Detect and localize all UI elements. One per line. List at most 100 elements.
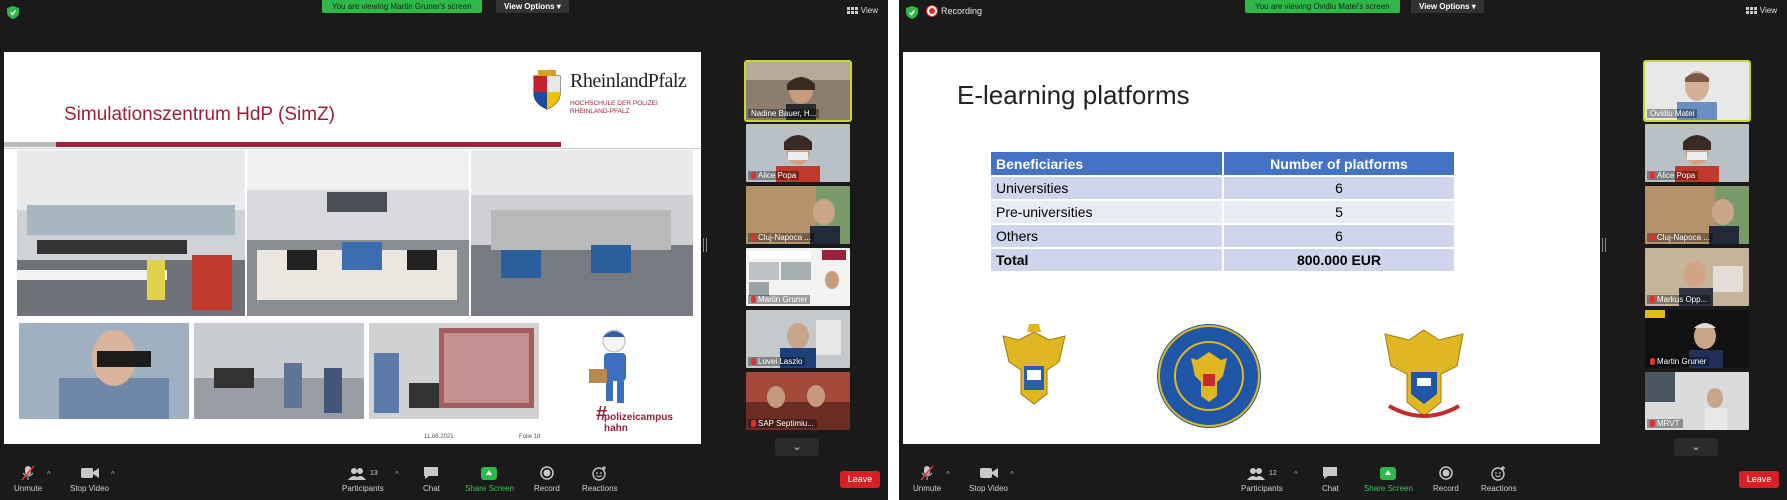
record-button[interactable]: Record — [534, 464, 560, 493]
top-bar: You are viewing Martin Gruner's screen V… — [0, 0, 888, 26]
resize-handle[interactable] — [1602, 238, 1606, 252]
participants-label: Participants — [1241, 484, 1283, 493]
chevron-down-icon: ⌄ — [1691, 441, 1701, 453]
video-tile[interactable]: Lovei Laszlo — [746, 310, 850, 368]
table-cell: 6 — [1223, 224, 1456, 249]
hash-mark-icon: # — [596, 403, 608, 425]
share-screen-button[interactable]: Share Screen — [465, 464, 514, 493]
screenshot-root: You are viewing Martin Gruner's screen V… — [0, 0, 1787, 500]
video-tile[interactable]: Martin Gruner — [746, 248, 850, 306]
participants-label: Participants — [342, 484, 384, 493]
anp-round-emblem-icon — [1157, 324, 1261, 428]
table-header-row: Beneficiaries Number of platforms — [991, 152, 1456, 177]
record-label: Record — [1433, 484, 1459, 493]
stop-video-button[interactable]: Stop Video — [969, 464, 1008, 493]
participant-name-text: Cluj-Napoca ... — [1657, 233, 1710, 242]
participant-name: Martin Gruner — [748, 295, 811, 304]
share-screen-label: Share Screen — [1364, 484, 1413, 493]
unmute-label: Unmute — [913, 484, 942, 493]
video-tile[interactable]: Nadine Bauer, H... — [744, 60, 852, 122]
video-options-caret-icon[interactable]: ^ — [1010, 470, 1014, 479]
reactions-label: Reactions — [582, 484, 618, 493]
participants-caret-icon[interactable]: ^ — [395, 470, 399, 479]
video-tile[interactable]: Cluj-Napoca ... — [746, 186, 850, 244]
chat-button[interactable]: Chat — [423, 464, 440, 493]
table-row: Pre-universities 5 — [991, 200, 1456, 225]
photo-training-room — [194, 323, 364, 419]
slide-number: Folie 18 — [519, 434, 541, 440]
participant-name-text: Alice Popa — [758, 171, 797, 180]
leave-button[interactable]: Leave — [840, 471, 880, 488]
shared-slide: Simulationszentrum HdP (SimZ) RheinlandP… — [4, 52, 701, 444]
mic-muted-icon — [920, 464, 934, 482]
title-rule-grey — [4, 142, 56, 147]
reactions-button[interactable]: Reactions — [1481, 464, 1517, 493]
participants-button[interactable]: 12 Participants — [1241, 464, 1283, 493]
view-options-label: View Options — [504, 2, 555, 11]
resize-handle[interactable] — [703, 238, 707, 252]
participant-name-text: Lovei Laszlo — [758, 357, 803, 366]
table-cell: Pre-universities — [991, 200, 1224, 225]
participants-button[interactable]: 13 Participants — [342, 464, 384, 493]
leave-button[interactable]: Leave — [1739, 471, 1779, 488]
audio-options-caret-icon[interactable]: ^ — [47, 470, 51, 479]
audio-options-caret-icon[interactable]: ^ — [946, 470, 950, 479]
eagle-emblem-icon — [1002, 324, 1066, 405]
view-label: View — [1759, 6, 1777, 15]
mic-muted-icon — [751, 296, 756, 304]
recording-indicator[interactable]: Recording — [927, 6, 982, 16]
stop-video-label: Stop Video — [969, 484, 1008, 493]
security-shield-icon[interactable] — [7, 6, 19, 19]
table-total-row: Total 800.000 EUR — [991, 248, 1456, 273]
video-tile[interactable]: Cluj-Napoca ... — [1645, 186, 1749, 244]
participant-name: Alice Popa — [1647, 171, 1699, 180]
chat-icon — [423, 464, 439, 482]
platforms-table: Beneficiaries Number of platforms Univer… — [991, 152, 1456, 273]
slide-title: Simulationszentrum HdP (SimZ) — [64, 104, 336, 125]
unmute-button[interactable]: Unmute — [14, 464, 42, 493]
video-tile[interactable]: Alice Popa — [1645, 124, 1749, 182]
video-tile[interactable]: Alice Popa — [746, 124, 850, 182]
stop-video-button[interactable]: Stop Video — [70, 464, 109, 493]
unmute-button[interactable]: Unmute — [913, 464, 941, 493]
participant-name-text: Martin Gruner — [758, 295, 808, 304]
mascot-illustration — [589, 329, 626, 403]
view-button[interactable]: View — [846, 6, 878, 15]
slide-title: E-learning platforms — [957, 80, 1190, 110]
participants-icon: 13 — [348, 464, 378, 482]
reactions-icon — [1491, 464, 1507, 482]
zoom-window-left: You are viewing Martin Gruner's screen V… — [0, 0, 888, 500]
mic-muted-icon — [751, 358, 756, 366]
chat-button[interactable]: Chat — [1322, 464, 1339, 493]
meeting-toolbar: Unmute ^ Stop Video ^ 13 Participants ^ … — [0, 460, 888, 500]
mic-muted-icon — [1650, 172, 1655, 180]
participant-name: Ovidiu Matei — [1647, 109, 1698, 118]
video-tile[interactable]: Martin Gruner — [1645, 310, 1749, 368]
video-tile[interactable]: Markus Opp... — [1645, 248, 1749, 306]
video-tile[interactable]: MRVT — [1645, 372, 1749, 430]
view-button[interactable]: View — [1745, 6, 1777, 15]
video-options-caret-icon[interactable]: ^ — [111, 470, 115, 479]
grid-icon — [846, 7, 858, 14]
video-tile[interactable]: SAP Septimiu... — [746, 372, 850, 430]
record-button[interactable]: Record — [1433, 464, 1459, 493]
participant-name: Cluj-Napoca ... — [1647, 233, 1713, 242]
share-screen-button[interactable]: Share Screen — [1364, 464, 1413, 493]
logo-subtitle-line-1: HOCHSCHULE DER POLIZEI — [570, 100, 658, 107]
participants-caret-icon[interactable]: ^ — [1294, 470, 1298, 479]
view-options-button[interactable]: View Options ▾ — [496, 0, 569, 13]
video-tile[interactable]: Ovidiu Matei — [1643, 60, 1751, 122]
participant-name: Cluj-Napoca ... — [748, 233, 814, 242]
security-shield-icon[interactable] — [906, 6, 918, 19]
share-screen-label: Share Screen — [465, 484, 514, 493]
participants-count: 12 — [1269, 469, 1277, 477]
gallery-scroll-down-button[interactable]: ⌄ — [1674, 438, 1718, 456]
photo-vr-trainee — [19, 323, 189, 419]
reactions-button[interactable]: Reactions — [582, 464, 618, 493]
participants-count: 13 — [370, 469, 378, 477]
participant-name: Nadine Bauer, H... — [748, 109, 820, 118]
view-options-button[interactable]: View Options ▾ — [1411, 0, 1484, 13]
gallery-scroll-down-button[interactable]: ⌄ — [775, 438, 819, 456]
photo-vr-session — [369, 323, 539, 419]
participant-name: Lovei Laszlo — [748, 357, 806, 366]
